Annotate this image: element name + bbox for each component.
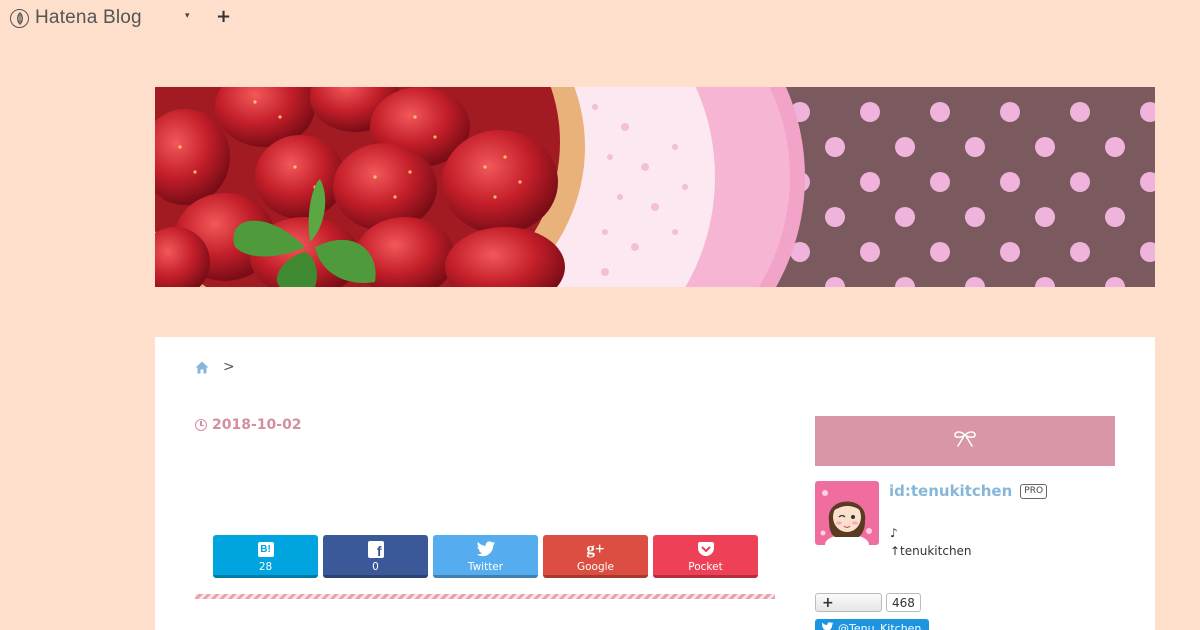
subscriber-count: 468 [886,593,921,612]
twitter-bird-icon [821,622,834,630]
facebook-share-count: 0 [372,561,379,573]
hatena-bookmark-icon: B! [257,541,274,557]
clock-icon [195,419,207,431]
content-panel: > 2018-10-02 B! 28 f 0 Twitter g+ Google [155,337,1155,630]
breadcrumb-separator: > [223,359,235,375]
add-post-button[interactable]: + [216,6,231,27]
social-share-buttons: B! 28 f 0 Twitter g+ Google Pocket [213,535,758,578]
pocket-share-label: Pocket [688,561,723,573]
post-date-text: 2018-10-02 [212,417,302,433]
hatena-topbar: Hatena Blog ▾ + [0,0,1200,38]
twitter-follow-button[interactable]: @Tenu_Kitchen [815,619,929,630]
ribbon-icon [953,430,977,452]
brand-name: Hatena Blog [35,7,142,28]
breadcrumb: > [195,359,235,375]
hatena-bookmark-count: 28 [258,561,273,573]
subscribe-widget: + 468 [815,593,921,612]
google-plus-icon: g+ [586,539,605,558]
facebook-icon: f [367,540,384,558]
post-date[interactable]: 2018-10-02 [195,417,302,433]
hatena-logo-icon [10,8,29,28]
facebook-share-button[interactable]: f 0 [323,535,428,578]
twitter-share-button[interactable]: Twitter [433,535,538,578]
blog-header-image[interactable] [155,87,1155,287]
pocket-share-button[interactable]: Pocket [653,535,758,578]
home-icon[interactable] [195,361,209,374]
profile-name: id:tenukitchen PRO [889,482,1048,500]
stripe-divider [195,594,775,599]
twitter-follow-label: @Tenu_Kitchen [838,622,922,630]
hatena-bookmark-button[interactable]: B! 28 [213,535,318,578]
profile-avatar[interactable] [815,481,879,545]
google-share-label: Google [576,561,615,573]
pro-badge[interactable]: PRO [1020,483,1048,499]
sidebar-profile-heading [815,416,1115,466]
twitter-share-label: Twitter [467,561,504,573]
menu-dropdown-caret-icon[interactable]: ▾ [185,11,190,21]
profile-id-link[interactable]: id:tenukitchen [889,482,1012,500]
google-plus-share-button[interactable]: g+ Google [543,535,648,578]
pocket-icon [697,542,714,556]
hatena-blog-logo[interactable]: Hatena Blog [10,7,142,29]
subscribe-button[interactable]: + [815,593,882,612]
profile-bio-line: ♪ [890,526,898,540]
twitter-bird-icon [476,538,496,560]
profile-bio-line: ↑tenukitchen [890,544,972,558]
